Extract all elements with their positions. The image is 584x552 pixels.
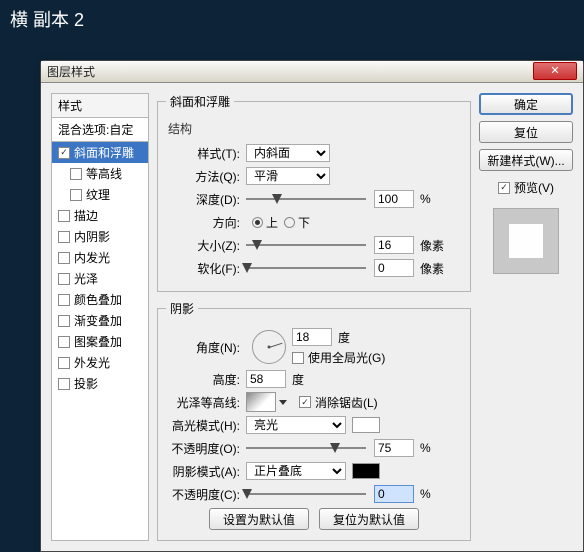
style-item-label: 斜面和浮雕 <box>74 144 134 161</box>
altitude-label: 高度: <box>166 371 240 388</box>
style-label: 样式(T): <box>166 145 240 162</box>
style-item-11[interactable]: 投影 <box>52 373 148 394</box>
ok-button[interactable]: 确定 <box>479 93 573 115</box>
style-checkbox[interactable] <box>58 252 70 264</box>
style-item-label: 内发光 <box>74 249 110 266</box>
gloss-contour-label: 光泽等高线: <box>166 394 240 411</box>
soften-label: 软化(F): <box>166 260 240 277</box>
new-style-button[interactable]: 新建样式(W)... <box>479 149 573 171</box>
altitude-input[interactable] <box>246 370 286 388</box>
technique-select[interactable]: 平滑 <box>246 167 330 185</box>
style-checkbox[interactable] <box>70 189 82 201</box>
cancel-button[interactable]: 复位 <box>479 121 573 143</box>
style-item-2[interactable]: 纹理 <box>52 184 148 205</box>
shadow-opacity-input[interactable] <box>374 485 414 503</box>
style-checkbox[interactable] <box>58 336 70 348</box>
global-light-checkbox[interactable] <box>292 352 304 364</box>
depth-input[interactable] <box>374 190 414 208</box>
style-item-label: 等高线 <box>86 165 122 182</box>
style-item-label: 纹理 <box>86 186 110 203</box>
preview-thumbnail <box>493 208 559 274</box>
close-button[interactable]: ✕ <box>533 62 577 80</box>
shadow-mode-label: 阴影模式(A): <box>166 463 240 480</box>
style-item-3[interactable]: 描边 <box>52 205 148 226</box>
style-item-label: 光泽 <box>74 270 98 287</box>
style-checkbox[interactable] <box>58 273 70 285</box>
shading-fieldset: 阴影 角度(N): 度 使用全局光(G) <box>157 300 471 541</box>
styles-header[interactable]: 样式 <box>52 94 148 118</box>
highlight-opacity-label: 不透明度(O): <box>166 440 240 457</box>
shading-legend: 阴影 <box>166 300 198 317</box>
style-item-label: 描边 <box>74 207 98 224</box>
style-item-label: 渐变叠加 <box>74 312 122 329</box>
document-title: 横 副本 2 <box>0 0 584 38</box>
layer-style-dialog: 图层样式 ✕ 样式 混合选项:自定 ✓ 斜面和浮雕等高线纹理描边内阴影内发光光泽颜… <box>40 60 584 552</box>
styles-list: 样式 混合选项:自定 ✓ 斜面和浮雕等高线纹理描边内阴影内发光光泽颜色叠加渐变叠加… <box>51 93 149 541</box>
chevron-down-icon[interactable] <box>279 400 287 405</box>
direction-up-radio[interactable] <box>252 217 263 228</box>
soften-slider[interactable] <box>246 261 366 275</box>
style-checkbox[interactable] <box>58 378 70 390</box>
technique-label: 方法(Q): <box>166 168 240 185</box>
style-item-6[interactable]: 光泽 <box>52 268 148 289</box>
direction-down-radio[interactable] <box>284 217 295 228</box>
antialias-checkbox[interactable]: ✓ <box>299 396 311 408</box>
style-item-4[interactable]: 内阴影 <box>52 226 148 247</box>
style-item-label: 投影 <box>74 375 98 392</box>
blending-options[interactable]: 混合选项:自定 <box>52 118 148 142</box>
style-item-label: 颜色叠加 <box>74 291 122 308</box>
bevel-legend: 斜面和浮雕 <box>166 93 234 110</box>
angle-input[interactable] <box>292 328 332 346</box>
depth-label: 深度(D): <box>166 191 240 208</box>
style-checkbox[interactable] <box>58 357 70 369</box>
style-select[interactable]: 内斜面 <box>246 144 330 162</box>
highlight-opacity-slider[interactable] <box>246 441 366 455</box>
style-item-5[interactable]: 内发光 <box>52 247 148 268</box>
shadow-opacity-label: 不透明度(C): <box>166 486 240 503</box>
bevel-fieldset: 斜面和浮雕 结构 样式(T): 内斜面 方法(Q): 平滑 深度(D): % <box>157 93 471 292</box>
style-item-9[interactable]: 图案叠加 <box>52 331 148 352</box>
style-checkbox[interactable] <box>58 210 70 222</box>
style-item-label: 外发光 <box>74 354 110 371</box>
style-checkbox[interactable] <box>58 294 70 306</box>
highlight-opacity-input[interactable] <box>374 439 414 457</box>
shadow-opacity-slider[interactable] <box>246 487 366 501</box>
angle-dial[interactable] <box>252 330 286 364</box>
soften-input[interactable] <box>374 259 414 277</box>
size-slider[interactable] <box>246 238 366 252</box>
reset-default-button[interactable]: 复位为默认值 <box>319 508 419 530</box>
highlight-color-swatch[interactable] <box>352 417 380 433</box>
style-item-0[interactable]: ✓ 斜面和浮雕 <box>52 142 148 163</box>
shadow-color-swatch[interactable] <box>352 463 380 479</box>
angle-label: 角度(N): <box>166 339 240 356</box>
structure-label: 结构 <box>168 120 462 137</box>
make-default-button[interactable]: 设置为默认值 <box>209 508 309 530</box>
size-input[interactable] <box>374 236 414 254</box>
shadow-mode-select[interactable]: 正片叠底 <box>246 462 346 480</box>
style-item-label: 内阴影 <box>74 228 110 245</box>
dialog-title: 图层样式 <box>47 63 95 80</box>
style-checkbox[interactable] <box>70 168 82 180</box>
dialog-titlebar[interactable]: 图层样式 ✕ <box>41 61 583 83</box>
style-checkbox[interactable] <box>58 231 70 243</box>
highlight-mode-select[interactable]: 亮光 <box>246 416 346 434</box>
style-item-7[interactable]: 颜色叠加 <box>52 289 148 310</box>
style-item-label: 图案叠加 <box>74 333 122 350</box>
style-item-1[interactable]: 等高线 <box>52 163 148 184</box>
depth-slider[interactable] <box>246 192 366 206</box>
style-item-10[interactable]: 外发光 <box>52 352 148 373</box>
preview-checkbox[interactable]: ✓ <box>498 182 510 194</box>
direction-label: 方向: <box>166 214 240 231</box>
style-checkbox[interactable]: ✓ <box>58 147 70 159</box>
gloss-contour-picker[interactable] <box>246 392 276 412</box>
style-checkbox[interactable] <box>58 315 70 327</box>
style-item-8[interactable]: 渐变叠加 <box>52 310 148 331</box>
size-label: 大小(Z): <box>166 237 240 254</box>
highlight-mode-label: 高光模式(H): <box>166 417 240 434</box>
